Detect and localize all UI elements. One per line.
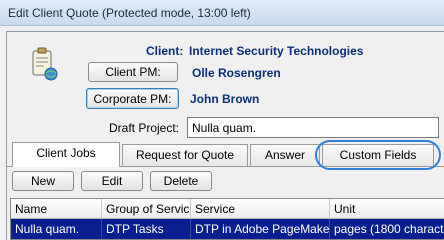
client-pm-button[interactable]: Client PM: <box>88 62 178 82</box>
column-header-group[interactable]: Group of Servic <box>102 199 191 219</box>
tab-answer[interactable]: Answer <box>250 144 320 166</box>
client-pm-value: Olle Rosengren <box>192 66 281 80</box>
new-button[interactable]: New <box>12 171 74 191</box>
column-header-unit[interactable]: Unit <box>330 199 444 219</box>
draft-project-label: Draft Project: <box>109 121 180 135</box>
column-header-name[interactable]: Name <box>11 199 102 219</box>
delete-button[interactable]: Delete <box>150 171 212 191</box>
corporate-pm-button[interactable]: Corporate PM: <box>86 88 179 109</box>
client-jobs-grid: Name Group of Servic Service Unit Nulla … <box>10 198 444 240</box>
column-header-service[interactable]: Service <box>191 199 330 219</box>
tab-client-jobs[interactable]: Client Jobs <box>12 142 120 167</box>
tab-request-for-quote[interactable]: Request for Quote <box>122 144 248 166</box>
client-label: Client: <box>146 44 184 58</box>
grid-header: Name Group of Servic Service Unit <box>11 199 444 219</box>
title-bar: Edit Client Quote (Protected mode, 13:00… <box>0 0 444 26</box>
draft-project-input[interactable] <box>187 117 439 138</box>
cell-unit: pages (1800 characte <box>334 222 444 236</box>
custom-fields-highlight-ring <box>315 140 441 170</box>
corporate-pm-value: John Brown <box>190 92 260 106</box>
table-row[interactable]: Nulla quam. DTP Tasks DTP in Adobe PageM… <box>11 219 444 239</box>
window-title: Edit Client Quote (Protected mode, 13:00… <box>8 6 251 20</box>
cell-service: DTP in Adobe PageMake <box>191 219 330 239</box>
client-quote-icon <box>32 47 58 81</box>
cell-group: DTP Tasks <box>102 219 191 239</box>
client-value: Internet Security Technologies <box>189 44 364 58</box>
cell-name: Nulla quam. <box>11 219 102 239</box>
edit-button[interactable]: Edit <box>81 171 143 191</box>
